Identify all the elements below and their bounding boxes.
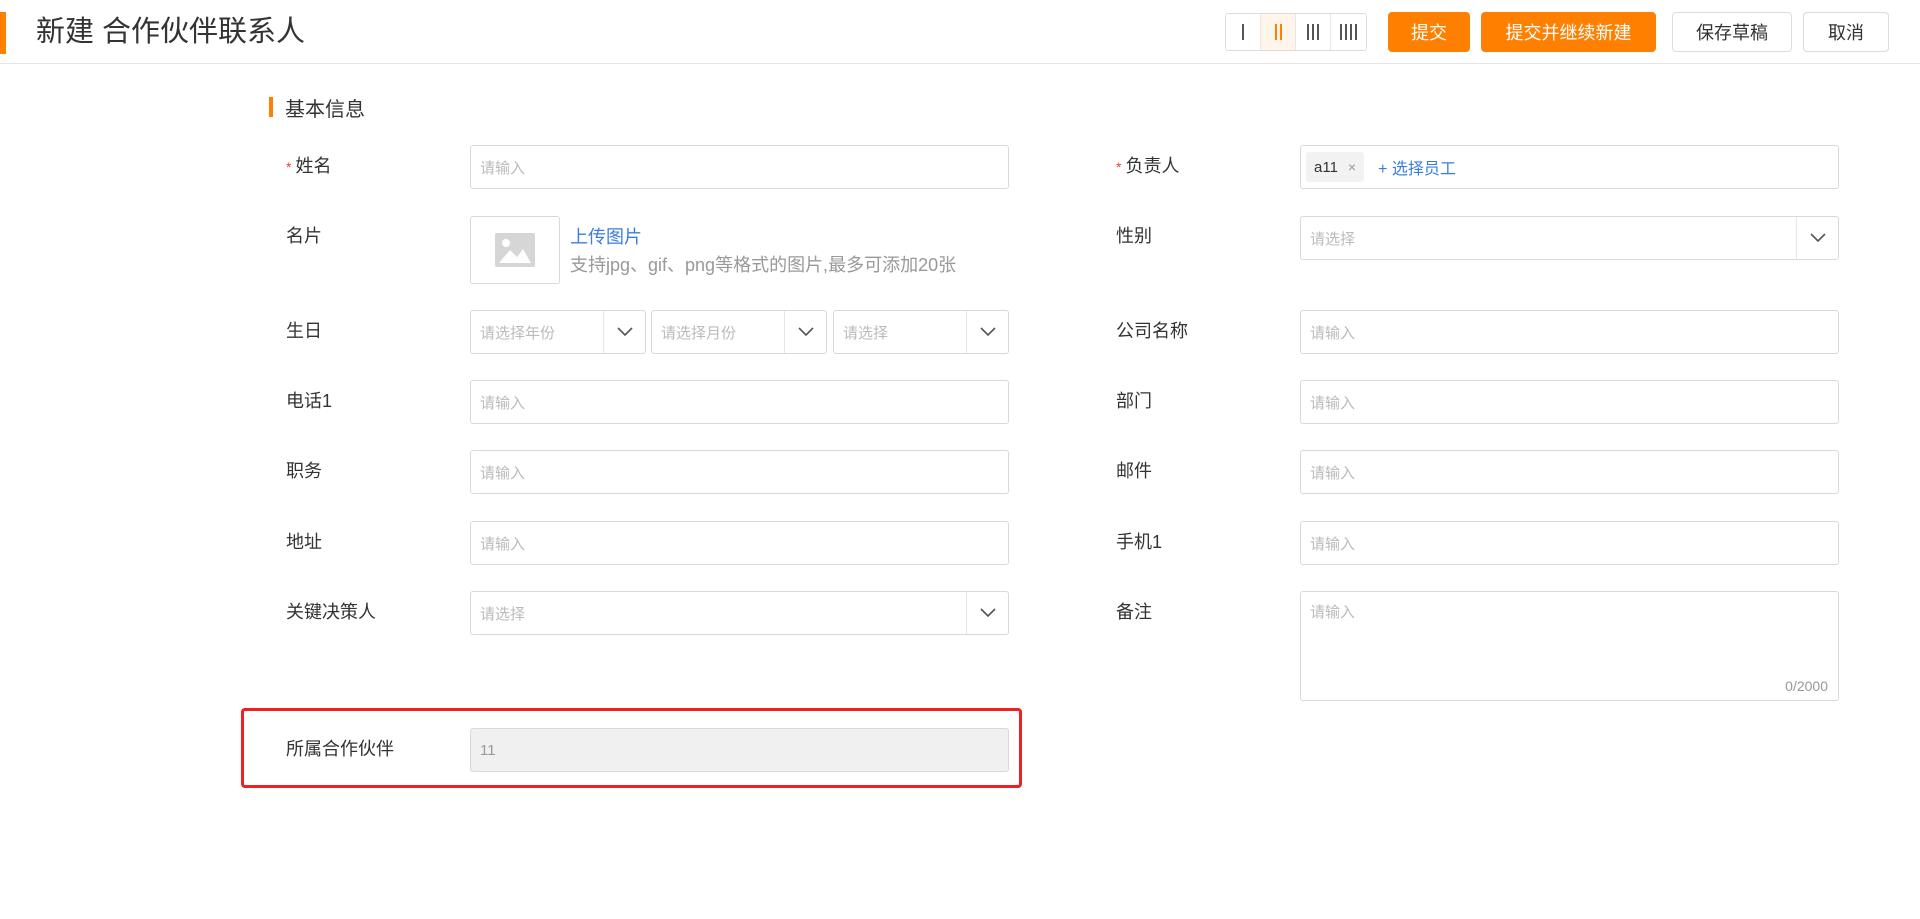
layout-2-column-button[interactable] (1261, 14, 1296, 50)
owner-label-text: 负责人 (1125, 156, 1180, 176)
birthday-day-select[interactable]: 请选择 (833, 310, 1009, 354)
cancel-button[interactable]: 取消 (1803, 12, 1889, 52)
phone-label: 电话1 (286, 391, 333, 411)
name-label-text: 姓名 (295, 156, 332, 176)
header-accent-bar (0, 12, 6, 54)
page-header: 新建 合作伙伴联系人 提交 提交并继续新建 保存草稿 取消 (0, 0, 1920, 64)
layout-4-column-button[interactable] (1331, 14, 1366, 50)
upload-image-link[interactable]: 上传图片 (570, 223, 642, 249)
layout-1-column-button[interactable] (1226, 14, 1261, 50)
two-column-icon (1274, 24, 1282, 40)
decision-maker-select[interactable]: 请选择 (470, 591, 1009, 635)
remove-tag-icon[interactable]: × (1348, 159, 1356, 175)
owner-label: * 负责人 (1116, 154, 1179, 179)
card-label: 名片 (286, 226, 322, 246)
layout-3-column-button[interactable] (1296, 14, 1331, 50)
mobile-input[interactable]: 请输入 (1300, 521, 1839, 565)
decision-maker-label: 关键决策人 (286, 602, 376, 622)
select-employee-link[interactable]: + 选择员工 (1378, 155, 1456, 179)
upload-hint-text: 支持jpg、gif、png等格式的图片,最多可添加20张 (570, 255, 957, 275)
column-layout-switch (1225, 13, 1367, 51)
owner-tag-text: a11 (1314, 158, 1338, 176)
email-input[interactable]: 请输入 (1300, 450, 1839, 494)
remark-textarea[interactable]: 请输入 0/2000 (1300, 591, 1839, 701)
birthday-year-select[interactable]: 请选择年份 (470, 310, 646, 354)
page-title: 新建 合作伙伴联系人 (36, 16, 306, 48)
address-label: 地址 (286, 532, 322, 552)
department-label: 部门 (1116, 391, 1152, 411)
highlight-box (241, 708, 1022, 788)
section-basic-info: 基本信息 (269, 95, 365, 121)
submit-and-new-button[interactable]: 提交并继续新建 (1481, 12, 1656, 52)
mobile-label: 手机1 (1116, 532, 1163, 552)
gender-select[interactable]: 请选择 (1300, 216, 1839, 260)
company-label: 公司名称 (1116, 321, 1188, 341)
department-input[interactable]: 请输入 (1300, 380, 1839, 424)
remark-placeholder: 请输入 (1310, 604, 1356, 621)
one-column-icon (1242, 24, 1244, 40)
save-draft-button[interactable]: 保存草稿 (1672, 12, 1792, 52)
owner-field[interactable]: a11 × + 选择员工 (1300, 145, 1839, 189)
image-placeholder-icon (495, 233, 535, 267)
required-mark: * (286, 159, 292, 175)
four-column-icon (1340, 24, 1357, 40)
decision-maker-placeholder: 请选择 (480, 605, 526, 623)
name-input[interactable]: 请输入 (470, 145, 1009, 189)
section-accent-bar (269, 97, 273, 117)
gender-placeholder: 请选择 (1310, 230, 1356, 248)
image-upload-box[interactable] (470, 216, 560, 284)
char-counter: 0/2000 (1785, 678, 1828, 694)
day-placeholder: 请选择 (843, 324, 889, 342)
phone-input[interactable]: 请输入 (470, 380, 1009, 424)
birthday-label: 生日 (286, 321, 322, 341)
chevron-down-icon (603, 311, 645, 353)
email-label: 邮件 (1116, 461, 1152, 481)
three-column-icon (1307, 24, 1319, 40)
owner-tag: a11 × (1306, 152, 1365, 182)
remark-label: 备注 (1116, 602, 1152, 622)
month-placeholder: 请选择月份 (661, 324, 737, 342)
chevron-down-icon (1796, 217, 1838, 259)
chevron-down-icon (784, 311, 826, 353)
chevron-down-icon (966, 311, 1008, 353)
year-placeholder: 请选择年份 (480, 324, 556, 342)
section-title: 基本信息 (285, 98, 365, 121)
required-mark: * (1116, 159, 1122, 175)
chevron-down-icon (966, 592, 1008, 634)
gender-label: 性别 (1116, 226, 1152, 246)
company-input[interactable]: 请输入 (1300, 310, 1839, 354)
position-input[interactable]: 请输入 (470, 450, 1009, 494)
birthday-month-select[interactable]: 请选择月份 (651, 310, 827, 354)
name-label: * 姓名 (286, 154, 331, 179)
submit-button[interactable]: 提交 (1388, 12, 1470, 52)
address-input[interactable]: 请输入 (470, 521, 1009, 565)
position-label: 职务 (286, 461, 322, 481)
